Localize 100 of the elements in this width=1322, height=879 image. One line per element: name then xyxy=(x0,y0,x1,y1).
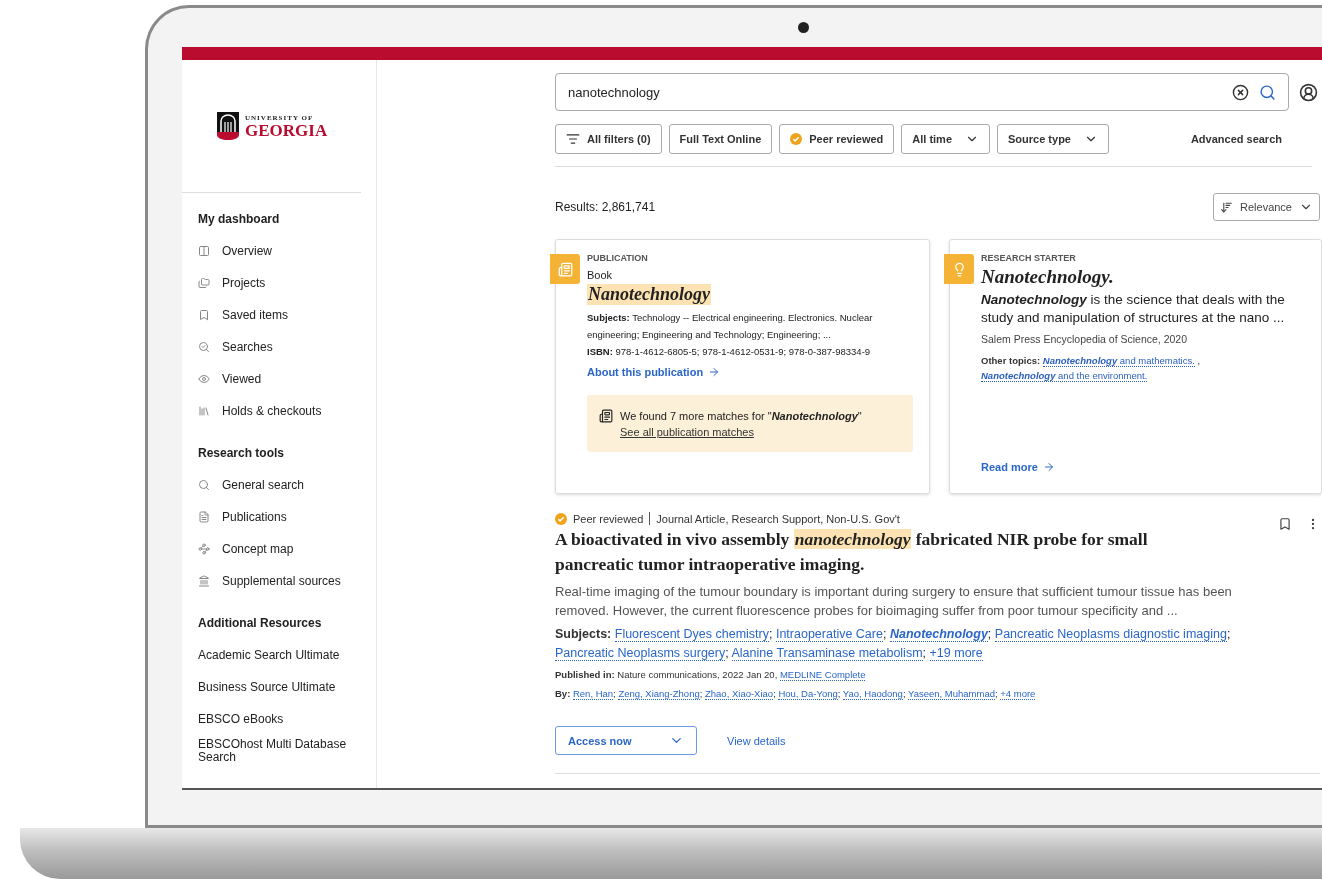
topics-label: Other topics: xyxy=(981,355,1041,366)
author-link[interactable]: Hou, Da-Yong xyxy=(778,688,838,700)
separator: ; xyxy=(773,688,776,699)
separator: ; xyxy=(922,646,927,660)
bookmark-icon[interactable] xyxy=(1278,517,1292,531)
notice-text: We found 7 more matches for "Nanotechnology" xyxy=(620,410,862,422)
eye-icon xyxy=(198,373,210,385)
separator: ; xyxy=(725,646,729,660)
author-link[interactable]: Zeng, Xiang-Zhong xyxy=(618,688,700,700)
separator: , xyxy=(1196,355,1201,366)
arch-logo-icon xyxy=(217,112,239,140)
camera-icon xyxy=(798,22,809,33)
magnifier-icon xyxy=(198,341,210,353)
published-label: Published in: xyxy=(555,669,615,680)
sidebar-item[interactable]: EBSCO eBooks xyxy=(198,703,376,735)
section-heading: Research tools xyxy=(198,446,286,460)
separator: ; xyxy=(613,688,616,699)
sidebar-item[interactable]: Holds & checkouts xyxy=(198,395,376,427)
more-authors-link[interactable]: +4 more xyxy=(1000,688,1036,700)
authors-label: By: xyxy=(555,688,571,699)
subjects-label: Subjects: xyxy=(555,627,612,641)
publication-title[interactable]: Nanotechnology xyxy=(587,284,711,305)
search-field[interactable]: nanotechnology xyxy=(555,73,1289,111)
sidebar-item[interactable]: Overview xyxy=(198,235,376,267)
filter-button[interactable]: All filters (0) xyxy=(555,124,662,154)
access-now-button[interactable]: Access now xyxy=(555,726,697,755)
more-subjects-link[interactable]: +19 more xyxy=(929,646,983,661)
search-icon xyxy=(198,479,210,491)
filter-icon xyxy=(566,132,580,146)
database-link[interactable]: MEDLINE Complete xyxy=(779,669,866,681)
publication-isbn: ISBN: 978-1-4612-6805-5; 978-1-4612-0531-9; 978-0-387-98334-9 xyxy=(587,345,872,359)
filter-button[interactable]: Full Text Online xyxy=(668,124,773,154)
sidebar-item[interactable]: Searches xyxy=(198,331,376,363)
columns-icon xyxy=(198,245,210,257)
separator: ; xyxy=(882,627,887,641)
newspaper-icon xyxy=(550,254,580,284)
subject-link[interactable]: Nanotechnology xyxy=(889,627,988,642)
filter-dropdown[interactable]: All time xyxy=(901,124,990,154)
article-type: Journal Article, Research Support, Non-U.S. Gov't xyxy=(656,512,900,525)
lightbulb-icon xyxy=(944,254,974,284)
separator: ; xyxy=(768,627,773,641)
research-starter-summary: Nanotechnology is the science that deals with the study and manipulation of structures at the nano ... xyxy=(981,291,1286,327)
results-count: Results: 2,861,741 xyxy=(555,200,656,214)
sidebar-item[interactable]: Supplemental sources xyxy=(198,565,376,597)
about-publication-link[interactable]: About this publication xyxy=(587,366,721,378)
subject-link[interactable]: Fluorescent Dyes chemistry xyxy=(614,627,769,642)
topic-link[interactable]: Nanotechnology and the environment. xyxy=(981,370,1148,382)
sidebar-item[interactable]: General search xyxy=(198,469,376,501)
author-link[interactable]: Yaseen, Muhammad xyxy=(908,688,995,700)
books-icon xyxy=(198,405,210,417)
sidebar-item[interactable]: Academic Search Ultimate xyxy=(198,639,376,671)
clear-icon[interactable] xyxy=(1232,83,1249,101)
newspaper-icon xyxy=(599,409,613,423)
peer-reviewed-label: Peer reviewed xyxy=(573,512,644,525)
sidebar-item[interactable]: Viewed xyxy=(198,363,376,395)
sidebar-item[interactable]: Projects xyxy=(198,267,376,299)
sidebar-item[interactable]: Concept map xyxy=(198,533,376,565)
separator: ; xyxy=(902,688,906,699)
advanced-search-link[interactable]: Advanced search xyxy=(1190,133,1282,145)
filter-button[interactable]: Peer reviewed xyxy=(779,124,895,154)
separator: ; xyxy=(837,688,841,699)
account-icon[interactable] xyxy=(1299,82,1318,102)
card-category: RESEARCH STARTER xyxy=(981,253,1077,263)
author-link[interactable]: Yao, Haodong xyxy=(842,688,903,700)
separator: ; xyxy=(1226,627,1231,641)
subject-link[interactable]: Alanine Transaminase metabolism xyxy=(731,646,923,661)
see-all-link[interactable]: See all publication matches xyxy=(620,426,754,438)
subject-link[interactable]: Pancreatic Neoplasms diagnostic imaging xyxy=(994,627,1227,642)
published-source: Nature communications, 2022 Jan 20, xyxy=(617,669,778,680)
sidebar-item[interactable]: EBSCOhost Multi Database Search xyxy=(198,735,376,767)
sidebar-item[interactable]: Saved items xyxy=(198,299,376,331)
arrow-right-icon xyxy=(1042,461,1055,473)
separator: ; xyxy=(699,688,703,699)
sidebar-item[interactable]: Publications xyxy=(198,501,376,533)
section-heading: My dashboard xyxy=(198,212,281,226)
read-more-link[interactable]: Read more xyxy=(981,461,1055,473)
sort-icon xyxy=(1220,200,1233,214)
research-starter-title[interactable]: Nanotechnology. xyxy=(981,266,1305,288)
verified-badge-icon xyxy=(790,133,803,145)
nodes-icon xyxy=(198,543,210,555)
verified-badge-icon xyxy=(555,512,567,525)
card-category: PUBLICATION xyxy=(587,253,649,263)
research-starter-source: Salem Press Encyclopedia of Science, 2020 xyxy=(981,333,1189,345)
document-icon xyxy=(198,511,210,523)
sidebar-item[interactable]: Business Source Ultimate xyxy=(198,671,376,703)
separator: ; xyxy=(994,688,998,699)
search-icon[interactable] xyxy=(1259,83,1276,101)
topic-link[interactable]: Nanotechnology and mathematics. xyxy=(1042,355,1195,367)
view-details-link[interactable]: View details xyxy=(727,734,786,747)
building-icon xyxy=(198,575,210,587)
filter-dropdown[interactable]: Source type xyxy=(997,124,1109,154)
result-title[interactable]: A bioactivated in vivo assembly nanotechnology fabricated NIR probe for small pancreatic tumor intraoperative imaging. xyxy=(555,527,1205,577)
publication-type: Book xyxy=(587,269,614,281)
result-abstract: Real-time imaging of the tumour boundary is important during surgery to ensure that sufficient tumour tissue has been removed. However, the current fluorescence probes for bioimaging suffer from poor tumour specificity and ... xyxy=(555,583,1233,620)
sort-dropdown[interactable]: Relevance xyxy=(1213,193,1320,221)
publication-subjects: Subjects: Technology -- Electrical engineering. Electronics. Nuclear engineering; Engineering and Technology; Engineering; ... xyxy=(587,311,874,342)
subject-link[interactable]: Intraoperative Care xyxy=(775,627,883,642)
folders-icon xyxy=(198,277,210,289)
arrow-right-icon xyxy=(708,366,721,378)
bookmark-icon xyxy=(198,309,210,321)
